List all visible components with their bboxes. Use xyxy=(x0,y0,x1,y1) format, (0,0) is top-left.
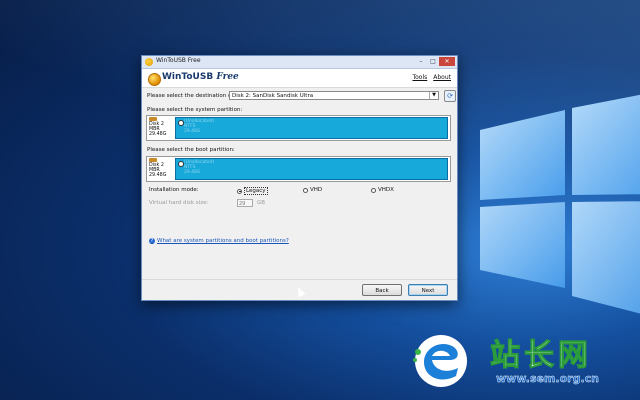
watermark-url: www.sem.org.cn xyxy=(496,372,599,385)
menu-tools[interactable]: Tools xyxy=(412,74,427,81)
close-icon[interactable]: ✕ xyxy=(439,57,455,66)
vhd-label: VHD xyxy=(310,187,323,193)
vhd-size-unit: GB xyxy=(257,200,266,206)
mode-legacy-option[interactable]: Legacy xyxy=(237,187,268,195)
maximize-icon[interactable]: □ xyxy=(427,57,439,66)
legacy-radio[interactable] xyxy=(237,188,242,194)
destination-selected: Disk 2: SanDisk Sandisk Ultra xyxy=(232,93,314,99)
boot-partition-label: Please select the boot partition: xyxy=(147,147,235,153)
partition-details: (Unallocated) NTFS 29.48G xyxy=(184,119,214,134)
next-button[interactable]: Next xyxy=(408,284,448,296)
system-partition-disk: Disk 2 MBR 29.48G (Unallocated) NTFS 29.… xyxy=(146,115,451,141)
partition-size: 29.48G xyxy=(184,170,201,175)
vhd-size-label: Virtual hard disk size: xyxy=(149,200,209,206)
help-link-text[interactable]: What are system partitions and boot part… xyxy=(157,238,289,244)
destination-label: Please select the destination disk: xyxy=(147,93,241,99)
brand-title: WinToUSB Free xyxy=(162,72,239,82)
mode-vhd-option[interactable]: VHD xyxy=(303,187,322,193)
window-controls: – □ ✕ xyxy=(415,57,455,66)
legacy-label: Legacy xyxy=(244,187,268,195)
disk-size: 29.48G xyxy=(149,132,167,138)
vhd-radio[interactable] xyxy=(303,187,308,193)
partition-size: 29.48G xyxy=(184,129,201,134)
windows-logo xyxy=(480,94,640,314)
disk-size: 29.48G xyxy=(149,173,167,179)
wintousb-logo-icon xyxy=(148,73,161,86)
app-icon xyxy=(145,58,153,66)
vhdx-radio[interactable] xyxy=(371,187,376,193)
mode-vhdx-option[interactable]: VHDX xyxy=(371,187,394,193)
installation-mode-label: Installation mode: xyxy=(149,187,199,193)
refresh-icon[interactable]: ⟳ xyxy=(444,90,456,102)
window-title: WinToUSB Free xyxy=(156,57,201,64)
help-icon: ? xyxy=(149,238,155,244)
vhdx-label: VHDX xyxy=(378,187,394,193)
menu-about[interactable]: About xyxy=(433,74,451,81)
disk-info: Disk 2 MBR 29.48G xyxy=(149,158,175,182)
disk-icon xyxy=(149,117,157,121)
boot-partition-item[interactable]: (Unallocated) NTFS 29.48G xyxy=(175,158,448,180)
system-partition-label: Please select the system partition: xyxy=(147,107,243,113)
partition-details: (Unallocated) NTFS 29.48G xyxy=(184,160,214,175)
vhd-size-input[interactable]: 29 xyxy=(237,199,253,207)
destination-row: Please select the destination disk: Disk… xyxy=(147,90,456,102)
vhd-size-row: Virtual hard disk size: 29 GB xyxy=(149,199,349,210)
boot-partition-disk: Disk 2 MBR 29.48G (Unallocated) NTFS 29.… xyxy=(146,156,451,182)
back-button[interactable]: Back xyxy=(362,284,402,296)
watermark-logo xyxy=(413,335,467,387)
brand-edition: Free xyxy=(216,72,239,82)
destination-disk-select[interactable]: Disk 2: SanDisk Sandisk Ultra ▼ xyxy=(229,91,439,100)
title-bar[interactable]: WinToUSB Free – □ ✕ xyxy=(142,56,457,69)
installation-mode-row: Installation mode: Legacy VHD VHDX xyxy=(149,187,449,197)
wintousb-window: WinToUSB Free – □ ✕ WinToUSB Free Tools … xyxy=(141,55,458,301)
help-link[interactable]: ? What are system partitions and boot pa… xyxy=(149,238,289,244)
minimize-icon[interactable]: – xyxy=(415,57,427,66)
disk-icon xyxy=(149,158,157,162)
menu-bar: Tools About xyxy=(412,74,451,81)
chevron-down-icon[interactable]: ▼ xyxy=(429,92,438,99)
system-partition-item[interactable]: (Unallocated) NTFS 29.48G xyxy=(175,117,448,139)
disk-info: Disk 2 MBR 29.48G xyxy=(149,117,175,141)
brand-name: WinToUSB xyxy=(162,72,214,82)
app-header: WinToUSB Free Tools About xyxy=(142,69,457,88)
watermark: 站长网 www.sem.org.cn xyxy=(410,326,636,398)
watermark-chinese: 站长网 xyxy=(490,338,592,374)
